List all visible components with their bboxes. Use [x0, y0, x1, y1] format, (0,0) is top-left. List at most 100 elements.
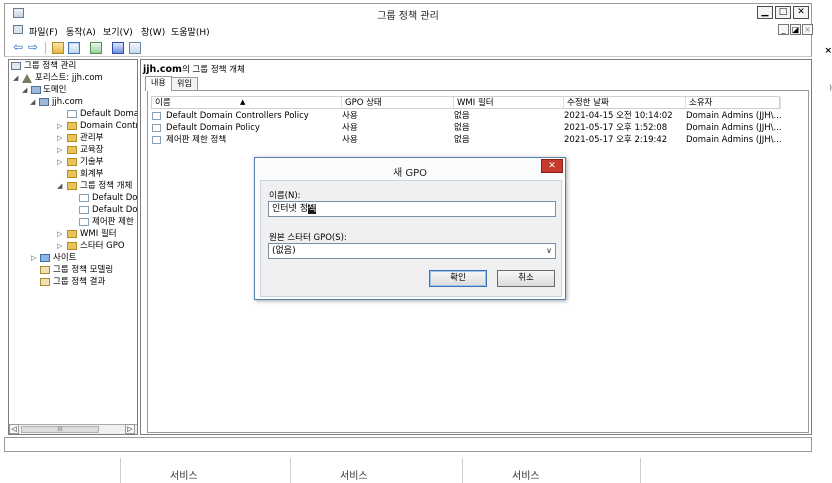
column-wmi[interactable]: WMI 필터	[454, 97, 564, 109]
page-title: jjh.com의 그룹 정책 개체	[143, 63, 245, 75]
gpo-folder-icon	[67, 182, 77, 190]
gpo-icon	[152, 124, 161, 132]
tree-label: 기술부	[80, 157, 104, 167]
ok-button[interactable]: 확인	[429, 270, 487, 287]
up-folder-icon[interactable]	[52, 42, 64, 54]
ou-folder-icon	[67, 170, 77, 178]
tree-label: 그룹 정책 결과	[53, 277, 106, 287]
service-label: 서비스	[340, 471, 368, 482]
console-icon	[11, 62, 21, 70]
gpo-name-input[interactable]: 인터넷 정책	[268, 201, 556, 217]
column-name[interactable]: 이름 ▲	[152, 97, 342, 109]
wmi-folder-icon	[67, 230, 77, 238]
properties-icon[interactable]	[129, 42, 141, 54]
dialog-close-button[interactable]: ✕	[541, 159, 563, 173]
tree-label: 그룹 정책 모델링	[53, 265, 114, 275]
menu-window[interactable]: 창(W)	[141, 25, 165, 38]
window-title: 그룹 정책 관리	[377, 11, 439, 22]
forest-icon	[22, 74, 32, 83]
cell-owner: Domain Admins (JJH\...	[686, 111, 781, 121]
cell-name: Default Domain Policy	[166, 123, 260, 133]
starter-gpo-value: (없음)	[272, 246, 296, 256]
expanded-icon: ◢	[22, 86, 28, 94]
status-bar	[4, 437, 812, 452]
cell-owner: Domain Admins (JJH\...	[686, 135, 781, 145]
menu-bar: 파일(F) 동작(A) 보기(V) 창(W) 도움말(H) _ ◪ ×	[4, 22, 813, 39]
minimize-button[interactable]: ▁	[757, 6, 773, 19]
cell-name: Default Domain Controllers Policy	[166, 111, 309, 121]
dialog-title: 새 GPO	[392, 168, 428, 179]
console-tree: 그룹 정책 관리 ◢ 포리스트: jjh.com ◢ 도메인 ◢ jjh.com…	[8, 59, 138, 435]
tab-delegation[interactable]: 위임	[171, 77, 198, 90]
expanded-icon: ◢	[13, 74, 19, 82]
collapsed-icon: ▷	[57, 146, 63, 154]
background-close-fragment: ×	[824, 46, 832, 56]
table-row[interactable]: 제어판 제한 정책 사용 없음 2021-05-17 오후 2:19:42 Do…	[152, 134, 792, 146]
starter-gpo-select[interactable]: (없음) ∨	[268, 243, 556, 259]
refresh-icon[interactable]	[90, 42, 102, 54]
collapsed-icon: ▷	[31, 254, 37, 262]
column-label: 이름	[155, 98, 171, 108]
domain-name: jjh.com	[143, 64, 182, 75]
column-modified[interactable]: 수정한 날짜	[564, 97, 686, 109]
name-label: 이름(N):	[269, 191, 301, 201]
dialog-body: 이름(N): 인터넷 정책 원본 스타터 GPO(S): (없음) ∨ 확인 취…	[260, 180, 562, 297]
table-row[interactable]: Default Domain Controllers Policy 사용 없음 …	[152, 110, 792, 122]
tree-label: Default Dom	[92, 205, 138, 215]
show-hide-tree-icon[interactable]	[68, 42, 80, 54]
close-button[interactable]: ✕	[793, 6, 809, 19]
menu-help[interactable]: 도움말(H)	[171, 25, 210, 38]
background-window-strip: 서비스 서비스 서비스	[0, 458, 832, 483]
tree-label: 교육장	[80, 145, 104, 155]
mdi-close-button[interactable]: ×	[802, 24, 813, 35]
divider	[462, 458, 463, 483]
cell-owner: Domain Admins (JJH\...	[686, 123, 781, 133]
menu-view[interactable]: 보기(V)	[103, 25, 133, 38]
tab-contents[interactable]: 내용	[145, 76, 172, 91]
forward-icon[interactable]: ⇨	[28, 41, 40, 54]
cell-status: 사용	[342, 123, 358, 133]
modeling-icon	[40, 266, 50, 274]
column-status[interactable]: GPO 상태	[342, 97, 454, 109]
tree-label: 그룹 정책 관리	[24, 61, 77, 71]
mdi-restore-button[interactable]: ◪	[790, 24, 801, 35]
tree-label: 회계부	[80, 169, 104, 179]
cell-modified: 2021-05-17 오후 2:19:42	[564, 135, 668, 145]
gpo-icon	[79, 218, 89, 226]
tree-label: 포리스트: jjh.com	[35, 73, 103, 83]
service-label: 서비스	[512, 471, 540, 482]
cancel-button[interactable]: 취소	[497, 270, 555, 287]
cell-wmi: 없음	[454, 123, 470, 133]
menu-action[interactable]: 동작(A)	[66, 25, 96, 38]
gpo-icon	[79, 194, 89, 202]
chevron-down-icon: ∨	[546, 246, 552, 255]
back-icon[interactable]: ⇦	[13, 41, 25, 54]
divider	[640, 458, 641, 483]
results-icon	[40, 278, 50, 286]
column-owner[interactable]: 소유자	[686, 97, 781, 109]
scroll-thumb[interactable]: III	[21, 426, 99, 433]
help-icon[interactable]	[112, 42, 124, 54]
console-icon[interactable]	[13, 25, 23, 34]
cell-modified: 2021-04-15 오전 10:14:02	[564, 111, 673, 121]
scroll-left-icon[interactable]: ◁	[9, 424, 19, 434]
gpo-icon	[79, 206, 89, 214]
gpo-list-header: 이름 ▲ GPO 상태 WMI 필터 수정한 날짜 소유자	[151, 96, 781, 109]
scroll-right-icon[interactable]: ▷	[125, 424, 135, 434]
tree-label: 도메인	[43, 85, 67, 95]
ime-composition: 책	[307, 204, 317, 214]
mdi-minimize-button[interactable]: _	[778, 24, 789, 35]
table-row[interactable]: Default Domain Policy 사용 없음 2021-05-17 오…	[152, 122, 792, 134]
page-title-suffix: 의 그룹 정책 개체	[181, 65, 245, 75]
tree-label: WMI 필터	[80, 229, 117, 239]
menu-file[interactable]: 파일(F)	[29, 25, 58, 38]
tree-horizontal-scrollbar[interactable]: ◁ III ▷	[9, 424, 137, 434]
ou-folder-icon	[67, 122, 77, 130]
collapsed-icon: ▷	[57, 122, 63, 130]
restore-button[interactable]: □	[775, 6, 791, 19]
cell-wmi: 없음	[454, 111, 470, 121]
ou-folder-icon	[67, 158, 77, 166]
toolbar: ⇦ ⇨	[4, 39, 812, 57]
tree-label: 관리부	[80, 133, 104, 143]
domain-icon	[39, 98, 49, 106]
